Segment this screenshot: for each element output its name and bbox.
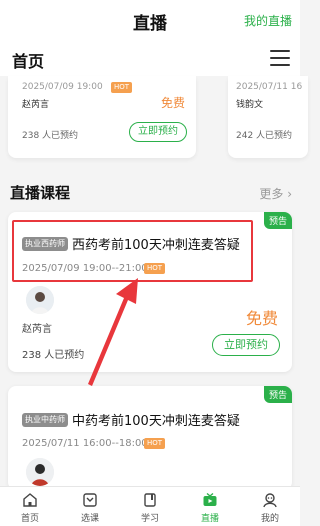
section-title: 直播课程 [10, 184, 71, 202]
preview-badge: 预告 [263, 386, 292, 403]
tab-label: 学习 [140, 514, 159, 524]
course-card[interactable]: 预告 执业中药师 中药考前100天冲刺连麦答疑 2025/07/11 16:00… [8, 386, 292, 490]
section-header: 直播课程 更多 › [0, 172, 300, 212]
tab-label: 选课 [80, 514, 99, 524]
course-title: 中药考前100天冲刺连麦答疑 [72, 414, 240, 429]
reserve-count: 242 人已预约 [236, 131, 293, 141]
reserve-count: 238 人已预约 [22, 131, 79, 141]
teacher-avatar [26, 458, 54, 486]
top-bar: 直播 我的直播 [0, 0, 300, 40]
reserve-button[interactable]: 立即预约 [212, 334, 280, 356]
teacher-name: 赵芮言 [22, 324, 52, 335]
chevron-right-icon: › [287, 187, 292, 201]
hot-badge: HOT [144, 438, 166, 449]
more-link[interactable]: 更多 › [259, 185, 292, 202]
highlight-box [12, 220, 253, 282]
home-icon [23, 493, 37, 507]
menu-icon[interactable] [270, 50, 290, 66]
free-label: 免费 [161, 96, 186, 110]
profile-icon [263, 493, 277, 508]
more-label: 更多 [259, 187, 284, 201]
my-live-link[interactable]: 我的直播 [244, 12, 292, 29]
live-date: 2025/07/11 16 [236, 82, 303, 92]
category-tag: 执业中药师 [22, 413, 68, 427]
home-header: 首页 [0, 40, 300, 76]
live-date: 2025/07/09 19:00 [22, 82, 103, 92]
free-label: 免费 [245, 309, 278, 328]
course-time: 2025/07/11 16:00--18:00 [22, 438, 148, 449]
tab-profile[interactable]: 我的 [240, 487, 300, 526]
tab-home[interactable]: 首页 [0, 487, 60, 526]
preview-badge: 预告 [263, 212, 292, 229]
reserve-count: 238 人已预约 [22, 350, 85, 361]
live-icon [203, 492, 217, 506]
top-live-card[interactable]: 2025/07/11 16 钱韵文 242 人已预约 [228, 76, 308, 158]
tab-live[interactable]: 直播 [180, 487, 240, 526]
top-live-card[interactable]: 2025/07/09 19:00 HOT 赵芮言 免费 238 人已预约 立即预… [8, 76, 196, 158]
tab-course-select[interactable]: 选课 [60, 487, 120, 526]
tab-label: 直播 [200, 514, 219, 524]
hot-badge: HOT [111, 82, 133, 93]
home-title: 首页 [12, 52, 45, 71]
teacher-name: 赵芮言 [22, 100, 50, 110]
teacher-name: 钱韵文 [236, 100, 264, 110]
reserve-button[interactable]: 立即预约 [129, 122, 187, 142]
arrow-annotation [88, 278, 138, 386]
study-icon [144, 493, 156, 507]
tab-label: 首页 [20, 514, 39, 524]
course-select-icon [83, 493, 97, 507]
teacher-avatar [26, 286, 54, 314]
tab-study[interactable]: 学习 [120, 487, 180, 526]
tab-label: 我的 [260, 514, 279, 524]
bottom-tab-bar: 首页 选课 学习 直播 我的 [0, 486, 300, 526]
